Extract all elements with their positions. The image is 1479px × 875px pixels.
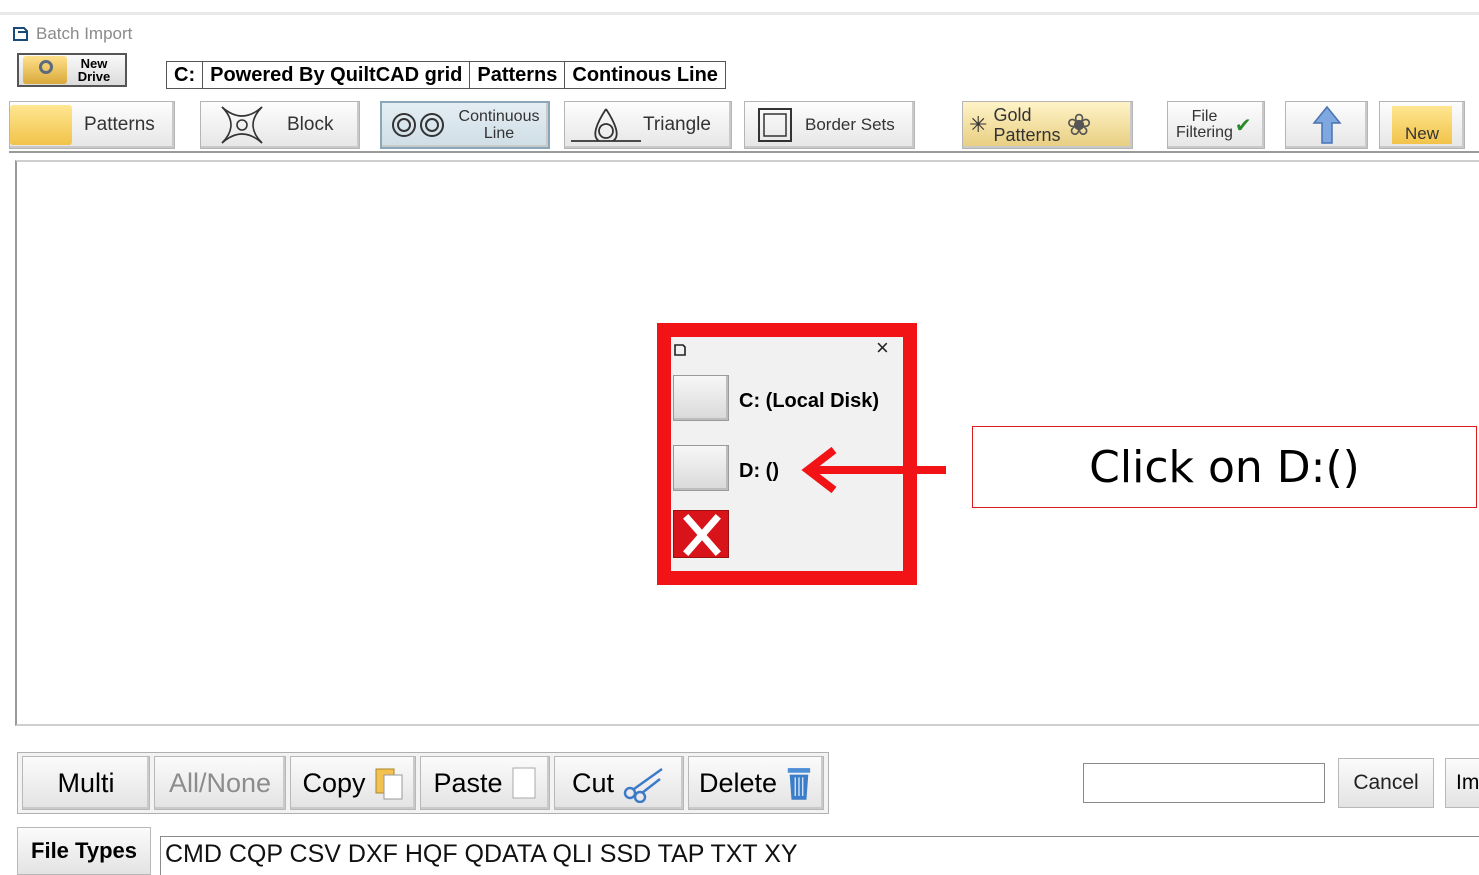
breadcrumb-drive[interactable]: C: [167, 62, 204, 88]
gold-patterns-label-line1: Gold [993, 105, 1032, 125]
triangle-label: Triangle [643, 114, 711, 135]
cut-button[interactable]: Cut [554, 756, 684, 810]
name-input[interactable] [1083, 763, 1325, 803]
border-frame-icon [758, 108, 792, 142]
title-bar: Batch Import [12, 22, 132, 46]
breadcrumb-folder-quiltcad[interactable]: Powered By QuiltCAD grid [203, 62, 471, 88]
pointer-arrow [801, 446, 946, 494]
gold-patterns-label-line2: Patterns [993, 125, 1061, 145]
new-drive-button[interactable]: New Drive [17, 53, 127, 87]
import-label: Im [1456, 771, 1479, 794]
file-filtering-label-line2: Filtering [1176, 124, 1233, 141]
action-bar: Multi All/None Copy Paste Cut Delete [17, 752, 829, 814]
drive-d-button[interactable] [673, 445, 729, 491]
breadcrumb-folder-continous-line[interactable]: Continous Line [565, 62, 725, 88]
file-types-button[interactable]: File Types [17, 827, 151, 875]
breadcrumb-folder-patterns[interactable]: Patterns [470, 62, 566, 88]
paste-button[interactable]: Paste [420, 756, 550, 810]
triangle-button[interactable]: Triangle [564, 101, 732, 149]
window-top-edge [0, 0, 1479, 15]
patterns-label: Patterns [84, 114, 155, 135]
delete-button[interactable]: Delete [688, 756, 824, 810]
file-types-label: File Types [31, 838, 137, 863]
cut-label: Cut [571, 767, 615, 798]
multi-label: Multi [57, 767, 115, 798]
cancel-button[interactable]: Cancel [1338, 758, 1434, 808]
trash-icon [787, 768, 811, 800]
all-none-button[interactable]: All/None [154, 756, 286, 810]
new-folder-label: New [1404, 124, 1439, 143]
close-x-icon [683, 514, 721, 556]
block-pattern-icon [221, 106, 263, 144]
new-drive-label-line2: Drive [77, 69, 111, 84]
import-button[interactable]: Im [1445, 758, 1479, 808]
gold-patterns-button[interactable]: ✳ Gold Patterns ❀ [962, 101, 1133, 149]
toolbar-divider [9, 151, 1479, 153]
app-icon [13, 27, 28, 41]
new-folder-button[interactable]: New [1379, 101, 1465, 149]
continuous-line-label-line2: Line [483, 125, 515, 142]
drive-c-label: C: (Local Disk) [739, 390, 880, 412]
paste-label: Paste [433, 767, 503, 798]
file-filtering-label: File Filtering [1176, 109, 1233, 141]
cancel-label: Cancel [1353, 771, 1419, 794]
dialog-close-button[interactable]: × [876, 335, 889, 361]
border-sets-label: Border Sets [805, 115, 895, 134]
patterns-button[interactable]: Patterns [9, 101, 175, 149]
block-button[interactable]: Block [200, 101, 360, 149]
copy-label: Copy [302, 767, 366, 798]
block-label: Block [287, 114, 334, 135]
file-filtering-button[interactable]: File Filtering ✔ [1167, 101, 1265, 149]
new-drive-label: New Drive [67, 57, 121, 83]
dialog-app-icon [674, 344, 686, 356]
folder-icon [10, 105, 72, 145]
continuous-line-label-line1: Continuous [458, 108, 540, 125]
drive-c-button[interactable] [673, 375, 729, 421]
instruction-text: Click on D:() [1089, 441, 1360, 493]
magnifier-icon [23, 56, 67, 84]
continuous-line-button[interactable]: Continuous Line [380, 101, 550, 149]
gold-patterns-label: Gold Patterns [993, 105, 1060, 145]
border-sets-button[interactable]: Border Sets [744, 101, 915, 149]
delete-label: Delete [699, 767, 778, 798]
checkmark-icon: ✔ [1234, 114, 1252, 137]
paste-icon [512, 767, 536, 799]
triangle-motif-icon [571, 108, 641, 142]
multi-button[interactable]: Multi [22, 756, 150, 810]
all-none-label: All/None [168, 767, 272, 798]
star-icon: ✳ [969, 112, 988, 137]
category-toolbar: Patterns Block Continuous Line Triangle … [9, 97, 1479, 153]
new-folder-icon: New [1392, 106, 1452, 144]
up-folder-button[interactable] [1285, 101, 1368, 149]
file-filtering-label-line1: File [1191, 108, 1218, 125]
copy-icon [375, 768, 403, 800]
window-title: Batch Import [36, 24, 133, 43]
up-arrow-icon [1311, 105, 1342, 144]
scissors-icon [623, 768, 663, 803]
drive-d-label: D: () [739, 460, 779, 482]
breadcrumb: C: Powered By QuiltCAD grid Patterns Con… [166, 61, 726, 89]
dialog-cancel-button[interactable] [673, 510, 729, 558]
flower-icon: ❀ [1066, 108, 1092, 142]
continuous-line-label: Continuous Line [452, 108, 546, 142]
instruction-callout: Click on D:() [972, 426, 1477, 508]
file-types-list: CMD CQP CSV DXF HQF QDATA QLI SSD TAP TX… [160, 836, 1479, 875]
spiral-line-icon [392, 113, 444, 137]
copy-button[interactable]: Copy [290, 756, 416, 810]
